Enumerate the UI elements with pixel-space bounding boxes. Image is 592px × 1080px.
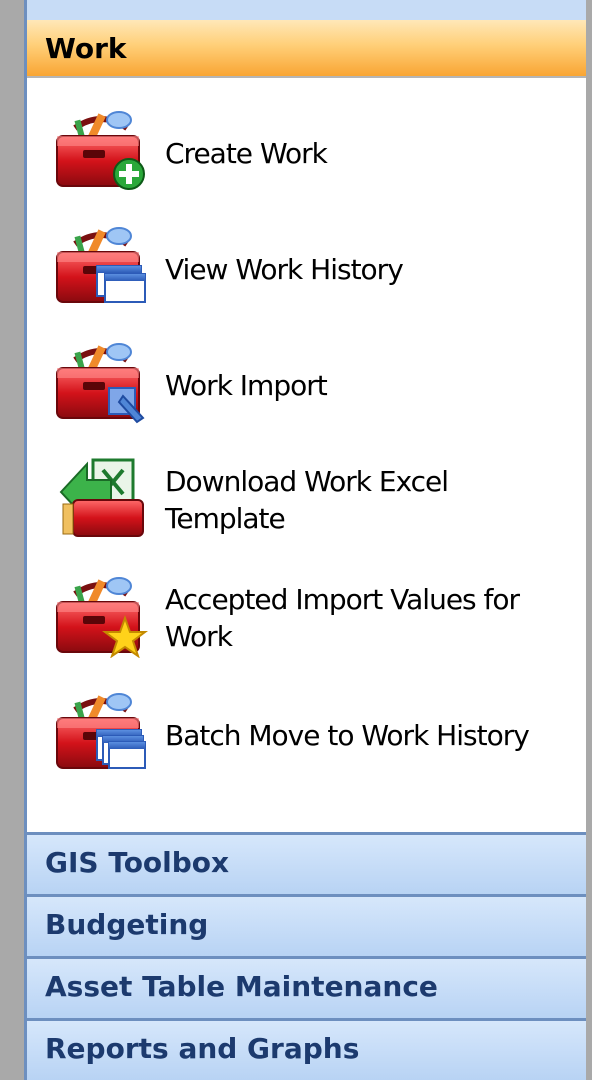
section-title: GIS Toolbox: [45, 846, 230, 879]
section-header-work[interactable]: Work: [27, 20, 586, 78]
section-title-work: Work: [45, 32, 127, 65]
toolbox-star-icon: [53, 572, 148, 658]
section-header-asset-table-maintenance[interactable]: Asset Table Maintenance: [27, 956, 586, 1018]
menu-item-label-line1: Accepted Import Values for: [165, 583, 520, 616]
menu-item-label-line2: Template: [165, 502, 286, 535]
menu-item-label-line1: Download Work Excel: [165, 465, 449, 498]
menu-item-download-work-excel-template[interactable]: Download Work Excel Template: [27, 446, 586, 542]
section-title: Budgeting: [45, 908, 209, 941]
toolbox-history-icon: [53, 222, 146, 308]
menu-item-label-line2: Work: [165, 620, 233, 653]
menu-item-label: Work Import: [165, 369, 328, 402]
section-title: Reports and Graphs: [45, 1032, 360, 1065]
toolbox-batch-icon: [53, 688, 146, 774]
section-header-reports-and-graphs[interactable]: Reports and Graphs: [27, 1018, 586, 1080]
toolbox-import-icon: [53, 338, 145, 424]
excel-download-icon: [59, 458, 144, 537]
section-header-gis-toolbox[interactable]: GIS Toolbox: [27, 832, 586, 894]
menu-item-create-work[interactable]: Create Work: [27, 98, 586, 194]
section-header-budgeting[interactable]: Budgeting: [27, 894, 586, 956]
menu-item-label: View Work History: [165, 253, 404, 286]
menu-item-work-import[interactable]: Work Import: [27, 330, 586, 426]
section-title: Asset Table Maintenance: [45, 970, 438, 1003]
menu-item-label: Create Work: [165, 137, 328, 170]
work-navigation-panel: Work Create Work View Work History Work …: [24, 0, 586, 1080]
toolbox-add-icon: [53, 106, 145, 190]
menu-item-view-work-history[interactable]: View Work History: [27, 214, 586, 310]
menu-item-label: Batch Move to Work History: [165, 719, 530, 752]
panel-top-strip: [27, 0, 586, 22]
menu-item-batch-move-to-work-history[interactable]: Batch Move to Work History: [27, 680, 586, 776]
menu-item-accepted-import-values[interactable]: Accepted Import Values for Work: [27, 564, 586, 660]
